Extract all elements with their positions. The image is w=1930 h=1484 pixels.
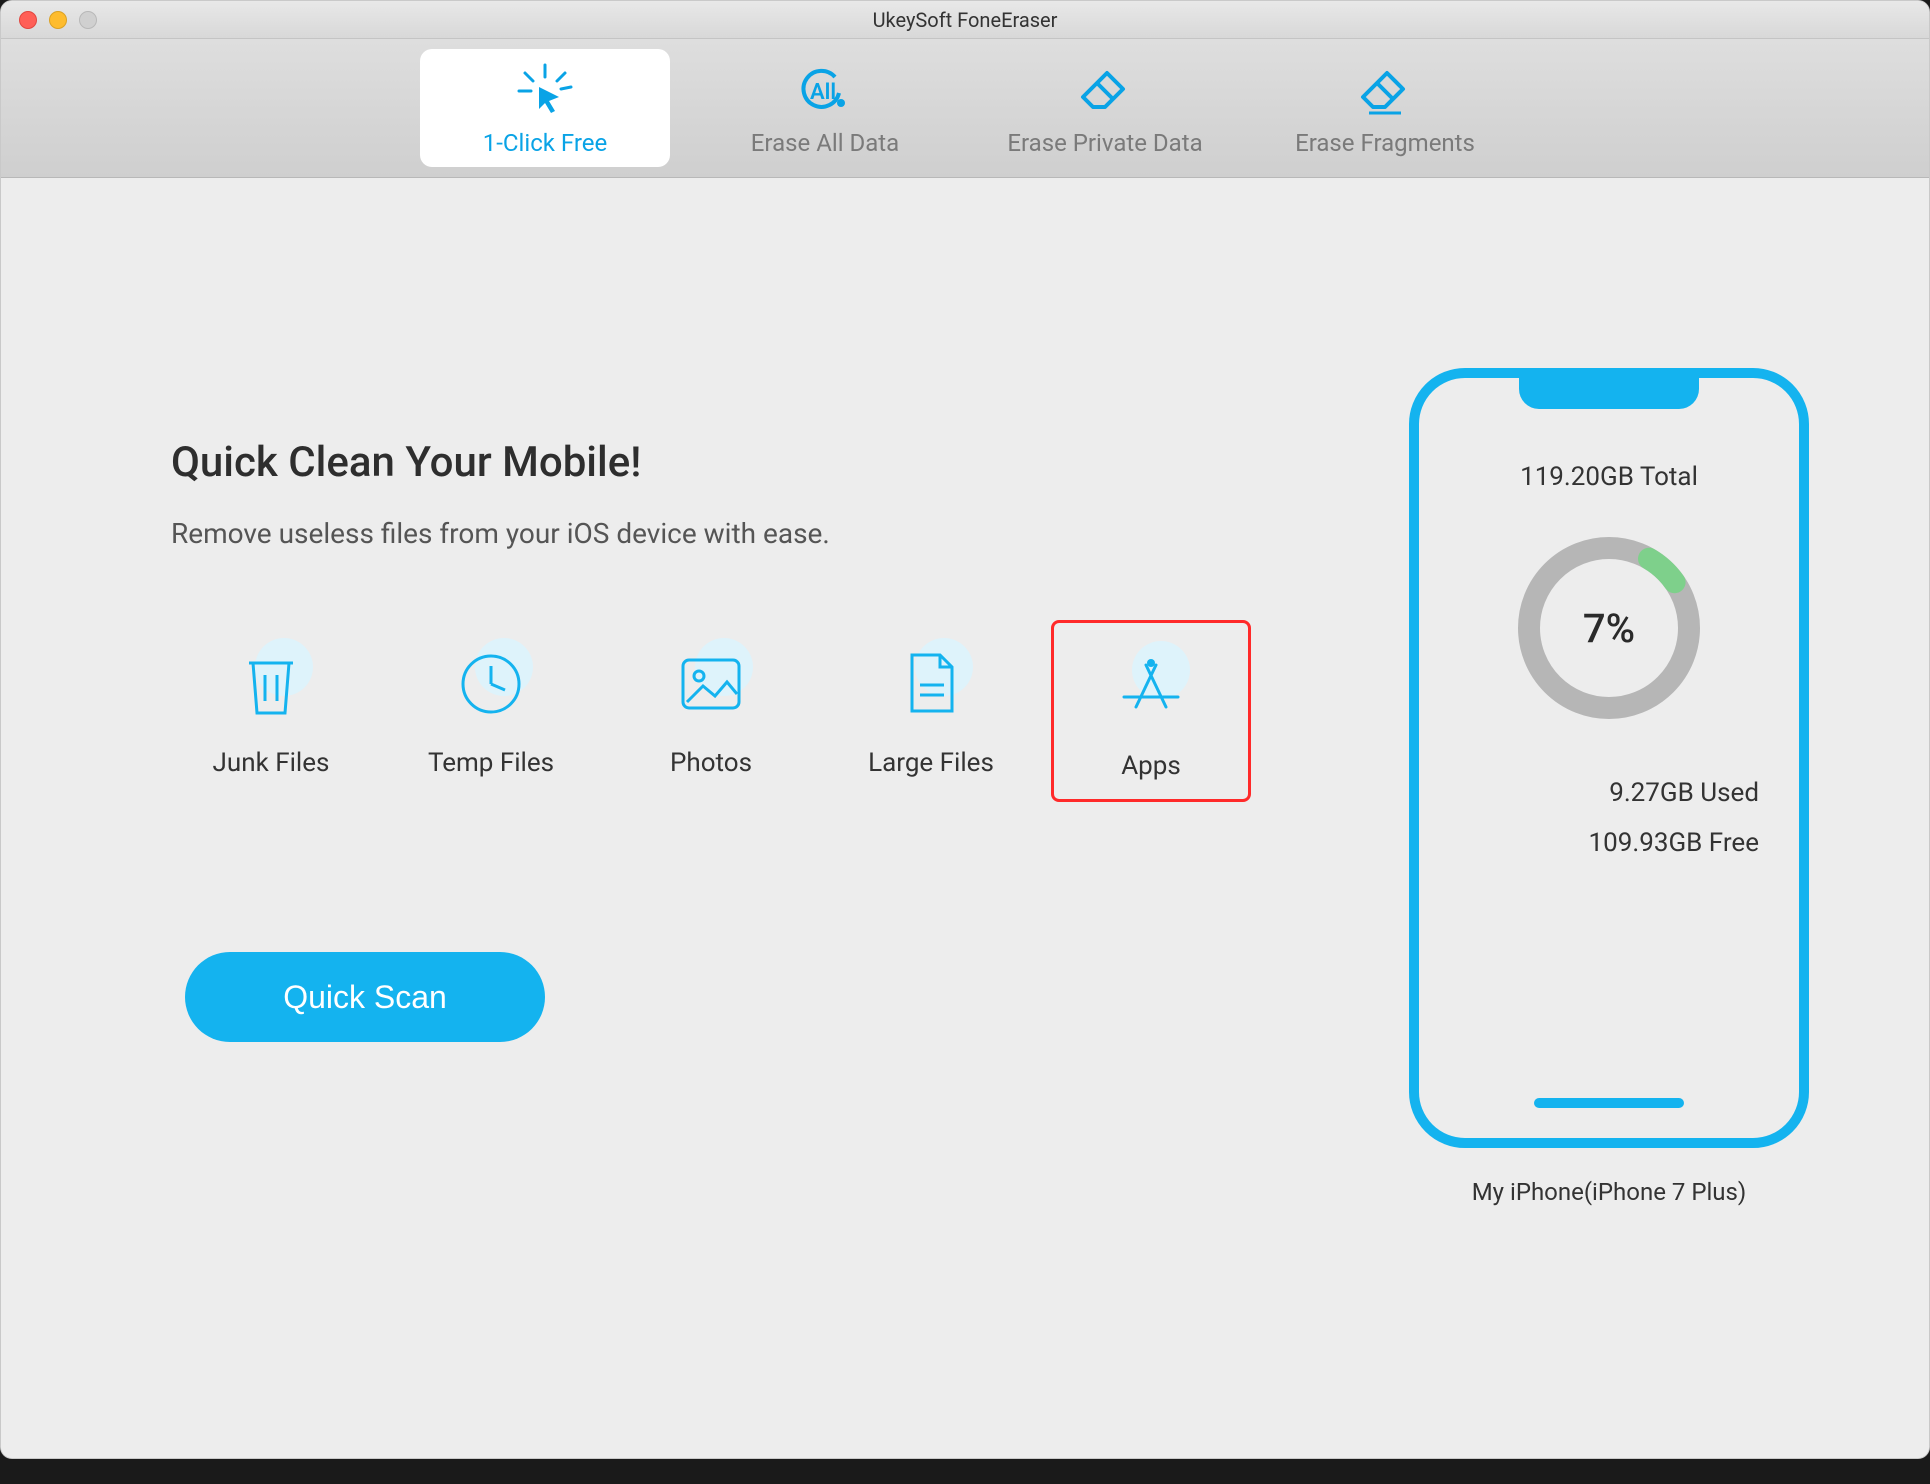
category-junk-files[interactable]: Junk Files (171, 620, 371, 802)
category-grid: Junk Files Temp Files (171, 620, 1369, 802)
left-panel: Quick Clean Your Mobile! Remove useless … (171, 238, 1369, 1278)
storage-percent: 7% (1509, 528, 1709, 728)
close-icon[interactable] (19, 11, 37, 29)
category-temp-files[interactable]: Temp Files (391, 620, 591, 802)
trash-icon (241, 649, 301, 719)
category-label: Temp Files (401, 748, 581, 778)
storage-used: 9.27GB Used (1609, 778, 1799, 808)
tab-1-click-free[interactable]: 1-Click Free (420, 49, 670, 167)
page-title: Quick Clean Your Mobile! (171, 438, 1369, 487)
apps-icon (1118, 657, 1184, 717)
category-label: Large Files (841, 748, 1021, 778)
svg-text:All: All (810, 80, 836, 105)
eraser-icon (988, 61, 1222, 121)
erase-all-icon: All (708, 61, 942, 121)
storage-total: 119.20GB Total (1520, 462, 1698, 492)
quick-scan-button[interactable]: Quick Scan (185, 952, 545, 1042)
tab-label: 1-Click Free (428, 129, 662, 157)
toolbar-tabs: 1-Click Free All Erase All Data (1, 39, 1929, 178)
click-cursor-icon (428, 61, 662, 121)
device-panel: 119.20GB Total 7% 9.27GB Used 109.93GB F… (1369, 238, 1849, 1278)
device-name: My iPhone(iPhone 7 Plus) (1472, 1178, 1747, 1206)
maximize-icon (79, 11, 97, 29)
clock-icon (457, 650, 525, 718)
phone-notch-icon (1519, 377, 1699, 409)
category-large-files[interactable]: Large Files (831, 620, 1031, 802)
storage-free: 109.93GB Free (1589, 828, 1799, 858)
category-label: Junk Files (181, 748, 361, 778)
main-content: Quick Clean Your Mobile! Remove useless … (1, 178, 1929, 1458)
tab-erase-fragments[interactable]: Erase Fragments (1260, 49, 1510, 167)
file-icon (904, 651, 958, 717)
category-label: Photos (621, 748, 801, 778)
category-photos[interactable]: Photos (611, 620, 811, 802)
category-apps[interactable]: Apps (1051, 620, 1251, 802)
traffic-lights (1, 11, 97, 29)
photo-icon (679, 656, 743, 712)
tab-erase-all-data[interactable]: All Erase All Data (700, 49, 950, 167)
titlebar: UkeySoft FoneEraser (1, 1, 1929, 39)
tab-label: Erase All Data (708, 129, 942, 157)
phone-frame: 119.20GB Total 7% 9.27GB Used 109.93GB F… (1409, 368, 1809, 1148)
home-indicator-icon (1534, 1098, 1684, 1108)
tab-label: Erase Private Data (988, 129, 1222, 157)
window-title: UkeySoft FoneEraser (1, 8, 1929, 32)
category-label: Apps (1064, 751, 1238, 781)
tab-label: Erase Fragments (1268, 129, 1502, 157)
tab-erase-private-data[interactable]: Erase Private Data (980, 49, 1230, 167)
minimize-icon[interactable] (49, 11, 67, 29)
eraser-fragments-icon (1268, 61, 1502, 121)
page-subtitle: Remove useless files from your iOS devic… (171, 517, 1369, 550)
app-window: UkeySoft FoneEraser 1-Click Free (0, 0, 1930, 1459)
storage-ring: 7% (1509, 528, 1709, 728)
